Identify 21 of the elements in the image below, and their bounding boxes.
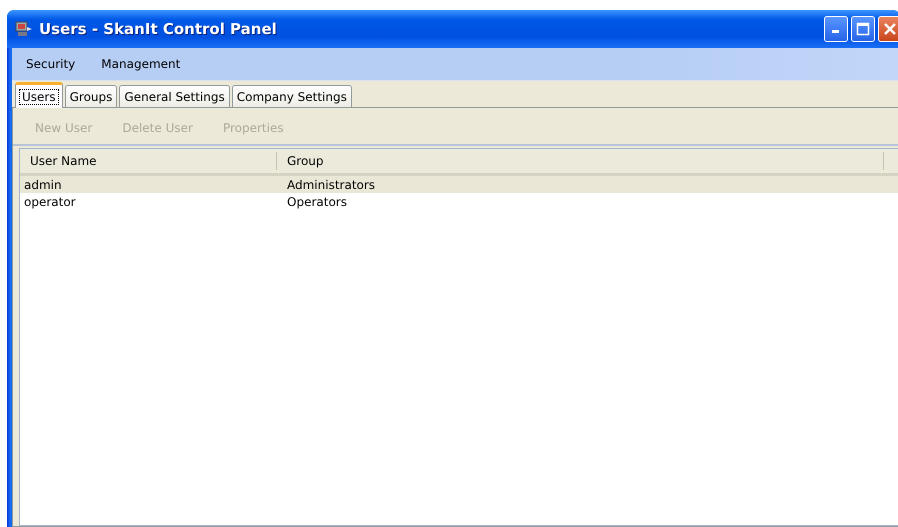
tab[interactable]: Company Settings bbox=[232, 85, 352, 107]
computer-icon bbox=[15, 21, 33, 37]
tab[interactable]: General Settings bbox=[119, 85, 230, 107]
minimize-button[interactable] bbox=[824, 16, 848, 42]
tab[interactable]: Users bbox=[15, 82, 63, 108]
close-icon bbox=[884, 23, 896, 35]
close-button[interactable] bbox=[878, 16, 898, 42]
table-cell-text: admin bbox=[23, 178, 63, 192]
maximize-icon bbox=[856, 22, 870, 36]
maximize-button[interactable] bbox=[851, 16, 875, 42]
table-row[interactable]: admin Administrators bbox=[20, 176, 898, 193]
menu-item[interactable]: Management bbox=[93, 55, 188, 73]
table-row[interactable]: operator Operators bbox=[20, 193, 898, 210]
tab[interactable]: Groups bbox=[64, 85, 118, 107]
column-header[interactable]: Group bbox=[277, 152, 884, 170]
table-cell-text: Operators bbox=[286, 194, 347, 208]
menu-item[interactable]: Security bbox=[18, 55, 84, 73]
table-cell-text: Administrators bbox=[286, 178, 376, 192]
window-title: Users - SkanIt Control Panel bbox=[39, 20, 277, 38]
table-cell-text: operator bbox=[23, 194, 77, 208]
column-header[interactable]: User Name bbox=[20, 152, 277, 170]
